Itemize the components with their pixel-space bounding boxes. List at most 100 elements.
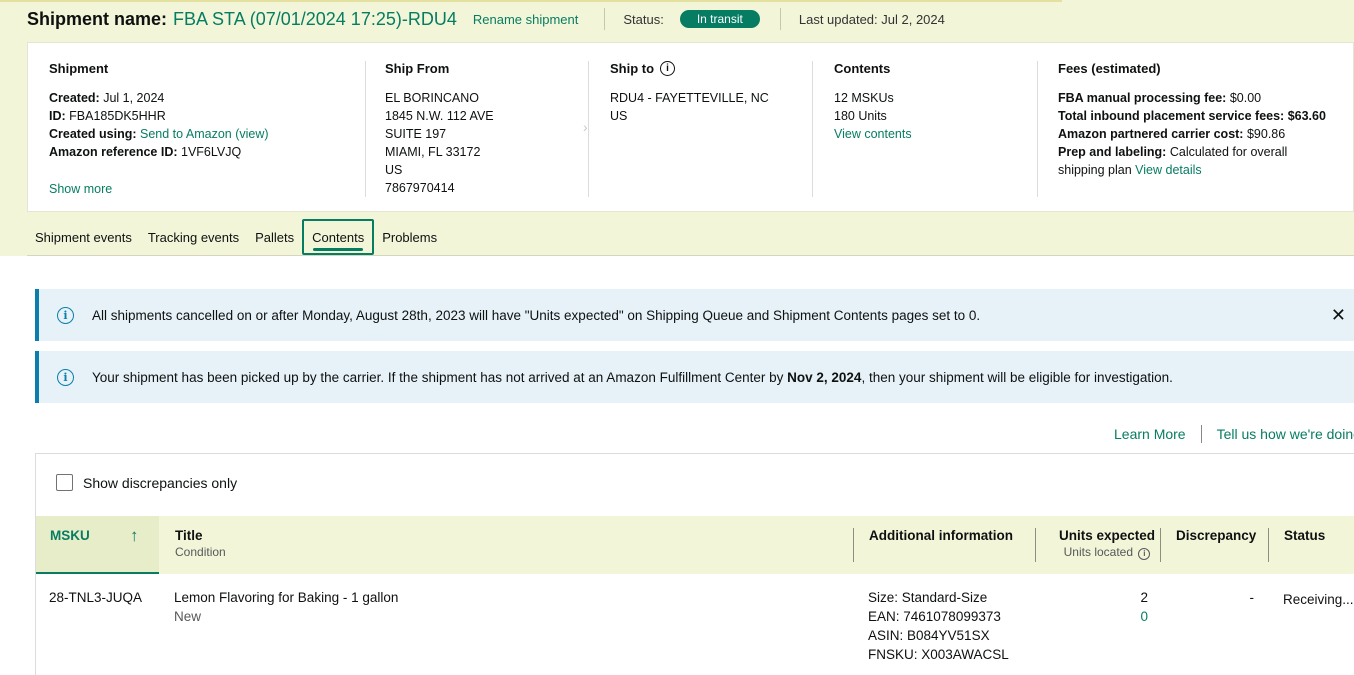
row-ean: EAN: 7461078099373 (868, 609, 1001, 624)
table-header: MSKU ↑ Title Condition Additional informa… (36, 516, 1354, 574)
id-label: ID: (49, 109, 66, 123)
view-details-link[interactable]: View details (1135, 163, 1201, 177)
rename-shipment-link[interactable]: Rename shipment (473, 12, 579, 27)
info-icon[interactable]: i (1138, 547, 1151, 560)
prep-value: Calculated for overall (1169, 145, 1288, 159)
row-title: Lemon Flavoring for Baking - 1 gallon (174, 590, 399, 605)
msku-header-cell[interactable] (36, 516, 159, 574)
shipment-name-label: Shipment name: (27, 8, 168, 29)
ship-from-line: MIAMI, FL 33172 (385, 145, 481, 159)
feedback-links: Learn More Tell us how we're doing (1114, 425, 1354, 443)
column-divider (1037, 61, 1038, 197)
reference-id-line: Amazon reference ID: 1VF6LVJQ (49, 143, 349, 161)
placement-fee-line: Total inbound placement service fees: $6… (1058, 107, 1354, 125)
close-icon[interactable]: ✕ (1331, 305, 1346, 326)
tab-tracking-events[interactable]: Tracking events (140, 219, 247, 255)
prep-value-cont: shipping plan (1058, 163, 1132, 177)
row-status: Receiving... (1283, 592, 1354, 607)
contents-column: Contents 12 MSKUs 180 Units View content… (834, 61, 1024, 197)
manual-fee-line: FBA manual processing fee: $0.00 (1058, 89, 1354, 107)
carrier-cost-value: $90.86 (1246, 127, 1286, 141)
tab-underline (27, 255, 1354, 256)
pickup-deadline: Nov 2, 2024 (787, 369, 862, 385)
msku-count: 12 MSKUs (834, 91, 894, 105)
ship-to-title-row: Ship to i (610, 61, 810, 76)
ship-to-line: RDU4 - FAYETTEVILLE, NC (610, 91, 769, 105)
tab-bar: Shipment events Tracking events Pallets … (27, 219, 445, 255)
units-expected-label: Units expected (1058, 528, 1156, 543)
manual-fee-value: $0.00 (1229, 91, 1262, 105)
placement-fee-value: $63.60 (1287, 109, 1326, 123)
manual-fee-label: FBA manual processing fee: (1058, 91, 1227, 105)
ship-from-column: Ship From EL BORINCANO 1845 N.W. 112 AVE… (385, 61, 585, 197)
view-contents-link[interactable]: View contents (834, 125, 1024, 143)
contents-title: Contents (834, 61, 891, 76)
info-icon[interactable]: i (660, 61, 676, 76)
ship-from-title: Ship From (385, 61, 450, 76)
discrepancy-header: Discrepancy (1176, 528, 1257, 543)
discrepancy-filter: Show discrepancies only (56, 474, 237, 491)
top-rule (0, 0, 1062, 2)
row-msku: 28-TNL3-JUQA (49, 590, 143, 605)
sort-ascending-icon[interactable]: ↑ (130, 526, 139, 546)
tab-pallets[interactable]: Pallets (247, 219, 302, 255)
row-discrepancy: - (1249, 590, 1255, 605)
row-units-located-link[interactable]: 0 (1136, 607, 1148, 626)
column-divider (588, 61, 589, 197)
cancel-notice-text: All shipments cancelled on or after Mond… (92, 307, 981, 323)
tell-us-link[interactable]: Tell us how we're doing (1217, 426, 1354, 442)
reference-id-value: 1VF6LVJQ (181, 145, 242, 159)
chevron-right-icon: › (583, 119, 588, 135)
info-icon: i (57, 368, 74, 386)
ship-to-column: Ship to i RDU4 - FAYETTEVILLE, NC US (610, 61, 810, 197)
pickup-text-pre: Your shipment has been picked up by the … (92, 369, 788, 385)
row-asin: ASIN: B084YV51SX (868, 628, 990, 643)
show-more-link[interactable]: Show more (49, 180, 349, 198)
header-divider (1268, 528, 1269, 562)
tab-shipment-events[interactable]: Shipment events (27, 219, 140, 255)
row-condition: New (174, 609, 202, 624)
created-line: Created: Jul 1, 2024 (49, 89, 349, 107)
created-value: Jul 1, 2024 (103, 91, 165, 105)
fees-column: Fees (estimated) FBA manual processing f… (1058, 61, 1354, 197)
prep-line-2: shipping plan View details (1058, 161, 1354, 179)
cancel-notice-banner: i All shipments cancelled on or after Mo… (35, 289, 1354, 341)
prep-label: Prep and labeling: (1058, 145, 1167, 159)
send-to-amazon-link[interactable]: Send to Amazon (view) (140, 127, 269, 141)
reference-id-label: Amazon reference ID: (49, 145, 178, 159)
carrier-cost-label: Amazon partnered carrier cost: (1058, 127, 1244, 141)
id-value: FBA185DK5HHR (69, 109, 166, 123)
discrepancy-filter-label: Show discrepancies only (83, 474, 238, 491)
header-divider (1035, 528, 1036, 562)
status-label: Status: (623, 11, 664, 27)
shipment-header: Shipment name: FBA STA (07/01/2024 17:25… (27, 6, 945, 32)
tab-contents[interactable]: Contents (302, 219, 375, 255)
status-badge: In transit (679, 10, 760, 28)
pickup-notice-banner: i Your shipment has been picked up by th… (35, 351, 1354, 403)
units-located-label: Units located (1063, 545, 1134, 559)
contents-table: Show discrepancies only MSKU ↑ Title Cond… (35, 453, 1354, 675)
unit-count: 180 Units (834, 109, 887, 123)
ship-to-title: Ship to (610, 61, 655, 76)
ship-to-line: US (610, 109, 628, 123)
condition-header-label: Condition (175, 545, 226, 559)
status-header: Status (1284, 528, 1326, 543)
ship-from-line: EL BORINCANO (385, 91, 480, 105)
ship-from-line: US (385, 163, 403, 177)
ship-from-line: 7867970414 (385, 181, 455, 195)
row-units-expected: 2 (1140, 590, 1148, 605)
shipment-name: FBA STA (07/01/2024 17:25)-RDU4 (173, 8, 457, 29)
id-line: ID: FBA185DK5HHR (49, 107, 349, 125)
created-using-line: Created using: Send to Amazon (view) (49, 125, 349, 143)
units-expected-header: Units expected Units located i (1050, 528, 1164, 560)
header-divider (1160, 528, 1161, 562)
ship-from-line: 1845 N.W. 112 AVE (385, 109, 494, 123)
header-divider (853, 528, 854, 562)
learn-more-link[interactable]: Learn More (1114, 426, 1186, 442)
pickup-notice-text: Your shipment has been picked up by the … (92, 370, 1173, 385)
tab-problems[interactable]: Problems (374, 219, 445, 255)
discrepancy-checkbox[interactable] (56, 474, 73, 491)
units-located-row: Units located i (1050, 545, 1164, 560)
msku-header[interactable]: MSKU (50, 528, 90, 543)
title-header-label: Title (175, 528, 203, 543)
